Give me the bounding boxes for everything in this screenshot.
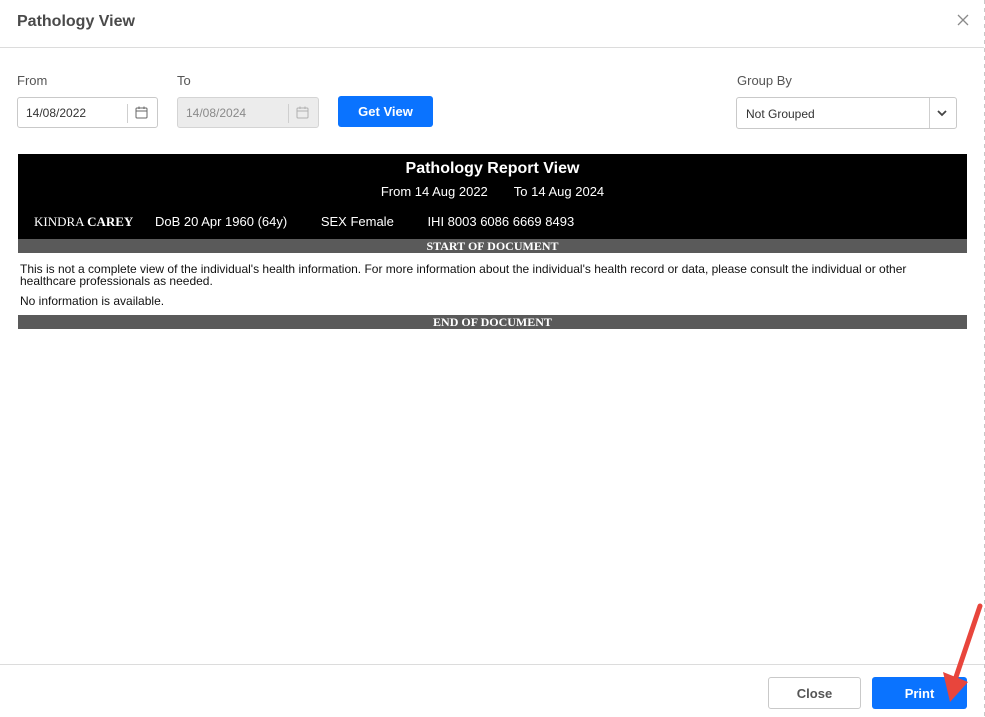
from-date-field[interactable]: 14/08/2022 bbox=[17, 97, 158, 128]
to-date-value: 14/08/2024 bbox=[186, 106, 247, 120]
group-by-value: Not Grouped bbox=[746, 107, 815, 121]
close-button[interactable]: Close bbox=[768, 677, 861, 709]
end-of-document-band: END OF DOCUMENT bbox=[18, 315, 967, 329]
to-date-field: 14/08/2024 bbox=[177, 97, 319, 128]
report-header: Pathology Report View From 14 Aug 2022 To… bbox=[18, 154, 967, 239]
dialog-title: Pathology View bbox=[17, 13, 135, 30]
patient-last-name: CAREY bbox=[87, 214, 134, 229]
start-of-document-band: START OF DOCUMENT bbox=[18, 239, 967, 253]
no-information-text: No information is available. bbox=[20, 294, 165, 308]
to-label: To bbox=[177, 73, 191, 88]
group-by-select[interactable]: Not Grouped bbox=[736, 97, 957, 129]
report-title: Pathology Report View bbox=[405, 160, 580, 177]
field-divider bbox=[127, 104, 128, 123]
group-by-label: Group By bbox=[737, 73, 792, 88]
disclaimer-text: This is not a complete view of the indiv… bbox=[20, 262, 907, 288]
pathology-report: Pathology Report View From 14 Aug 2022 To… bbox=[18, 154, 967, 329]
patient-first-name: KINDRA bbox=[34, 214, 84, 229]
close-icon[interactable] bbox=[955, 12, 971, 28]
calendar-icon[interactable] bbox=[135, 106, 148, 119]
chevron-down-icon[interactable] bbox=[936, 108, 948, 118]
dialog-header: Pathology View bbox=[0, 0, 984, 48]
patient-dob: DoB 20 Apr 1960 (64y) bbox=[154, 214, 288, 229]
field-divider bbox=[288, 104, 289, 123]
patient-sex: SEX Female bbox=[320, 214, 394, 229]
report-to-date: To 14 Aug 2024 bbox=[513, 184, 605, 199]
select-divider bbox=[929, 98, 930, 128]
patient-ihi: IHI 8003 6086 6669 8493 bbox=[427, 214, 575, 229]
print-button[interactable]: Print bbox=[872, 677, 967, 709]
pathology-view-dialog: Pathology View From 14/08/2022 To 14/08/… bbox=[0, 0, 985, 717]
get-view-button[interactable]: Get View bbox=[338, 96, 433, 127]
report-date-range: From 14 Aug 2022 To 14 Aug 2024 bbox=[18, 184, 967, 199]
report-from-date: From 14 Aug 2022 bbox=[380, 184, 488, 199]
patient-info: KINDRA CAREY DoB 20 Apr 1960 (64y) SEX F… bbox=[34, 214, 574, 230]
from-date-value: 14/08/2022 bbox=[26, 106, 87, 120]
patient-name: KINDRA CAREY bbox=[34, 214, 133, 229]
calendar-icon bbox=[296, 106, 309, 119]
report-body: This is not a complete view of the indiv… bbox=[18, 253, 967, 315]
from-label: From bbox=[17, 73, 48, 88]
